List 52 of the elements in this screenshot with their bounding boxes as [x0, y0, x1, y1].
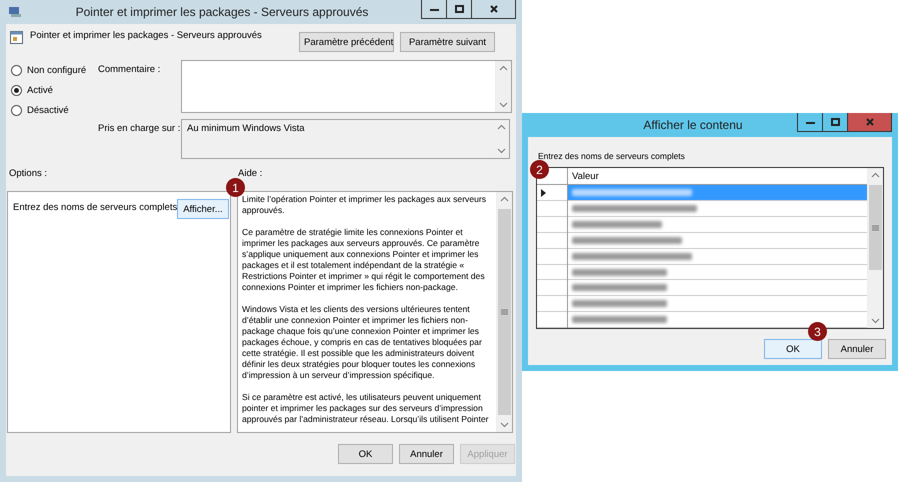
- policy-icon: [10, 31, 23, 44]
- minimize-button[interactable]: [421, 0, 447, 19]
- window-title: Pointer et imprimer les packages - Serveurs approuvés: [74, 5, 370, 19]
- radio-button[interactable]: [11, 105, 22, 116]
- minimize-button[interactable]: [797, 113, 823, 132]
- supported-label: Pris en charge sur :: [98, 122, 181, 136]
- maximize-icon: [830, 118, 840, 126]
- comment-field[interactable]: [181, 60, 512, 113]
- policy-title: Pointer et imprimer les packages - Serveurs approuvés: [30, 30, 263, 41]
- help-label: Aide :: [238, 168, 262, 179]
- scrollbar[interactable]: [495, 61, 511, 112]
- dialog-prompt: Entrez des noms de serveurs complets: [538, 151, 686, 161]
- nav-button[interactable]: Paramètre précédent: [299, 32, 394, 52]
- scrollbar[interactable]: [867, 168, 883, 328]
- close-icon: [866, 118, 874, 126]
- close-button[interactable]: [471, 0, 516, 19]
- scroll-down-icon[interactable]: [497, 146, 506, 155]
- minimize-icon: [806, 120, 814, 124]
- maximize-icon: [454, 5, 464, 13]
- options-label: Options :: [9, 168, 48, 179]
- supported-value: Au minimum Windows Vista: [187, 123, 305, 134]
- radio-label: Non configuré: [27, 65, 86, 76]
- scroll-up-icon[interactable]: [871, 171, 880, 180]
- scrollbar[interactable]: [496, 192, 512, 432]
- radio-button[interactable]: [11, 65, 22, 76]
- scroll-down-icon[interactable]: [499, 100, 508, 109]
- nav-button[interactable]: Paramètre suivant: [400, 32, 495, 52]
- radio-button[interactable]: [11, 85, 22, 96]
- scroll-up-icon[interactable]: [499, 64, 508, 73]
- scroll-down-icon[interactable]: [500, 420, 509, 429]
- scroll-up-icon[interactable]: [497, 123, 506, 132]
- minimize-icon: [430, 8, 438, 10]
- radio-label: Activé: [27, 85, 53, 96]
- grip-icon: [872, 224, 879, 230]
- scroll-thumb[interactable]: [869, 185, 882, 270]
- scroll-thumb[interactable]: [498, 209, 511, 415]
- column-header[interactable]: Valeur: [572, 170, 599, 182]
- close-icon: [490, 5, 498, 13]
- dialog-button[interactable]: Annuler: [399, 444, 454, 464]
- grip-icon: [501, 309, 508, 315]
- app-icon: [8, 6, 22, 18]
- radio-label: Désactivé: [27, 105, 69, 116]
- dialog-title: Afficher le contenu: [642, 118, 744, 132]
- show-button[interactable]: Afficher...: [177, 199, 229, 219]
- comment-label: Commentaire :: [98, 63, 162, 77]
- scroll-down-icon[interactable]: [871, 316, 880, 325]
- row-pointer-icon: [541, 188, 546, 197]
- dialog-button[interactable]: Annuler: [828, 339, 886, 359]
- dialog-button[interactable]: OK: [764, 339, 822, 359]
- dialog-button[interactable]: OK: [338, 444, 393, 464]
- scroll-up-icon[interactable]: [500, 195, 509, 204]
- option-label: Entrez des noms de serveurs complets: [13, 202, 178, 213]
